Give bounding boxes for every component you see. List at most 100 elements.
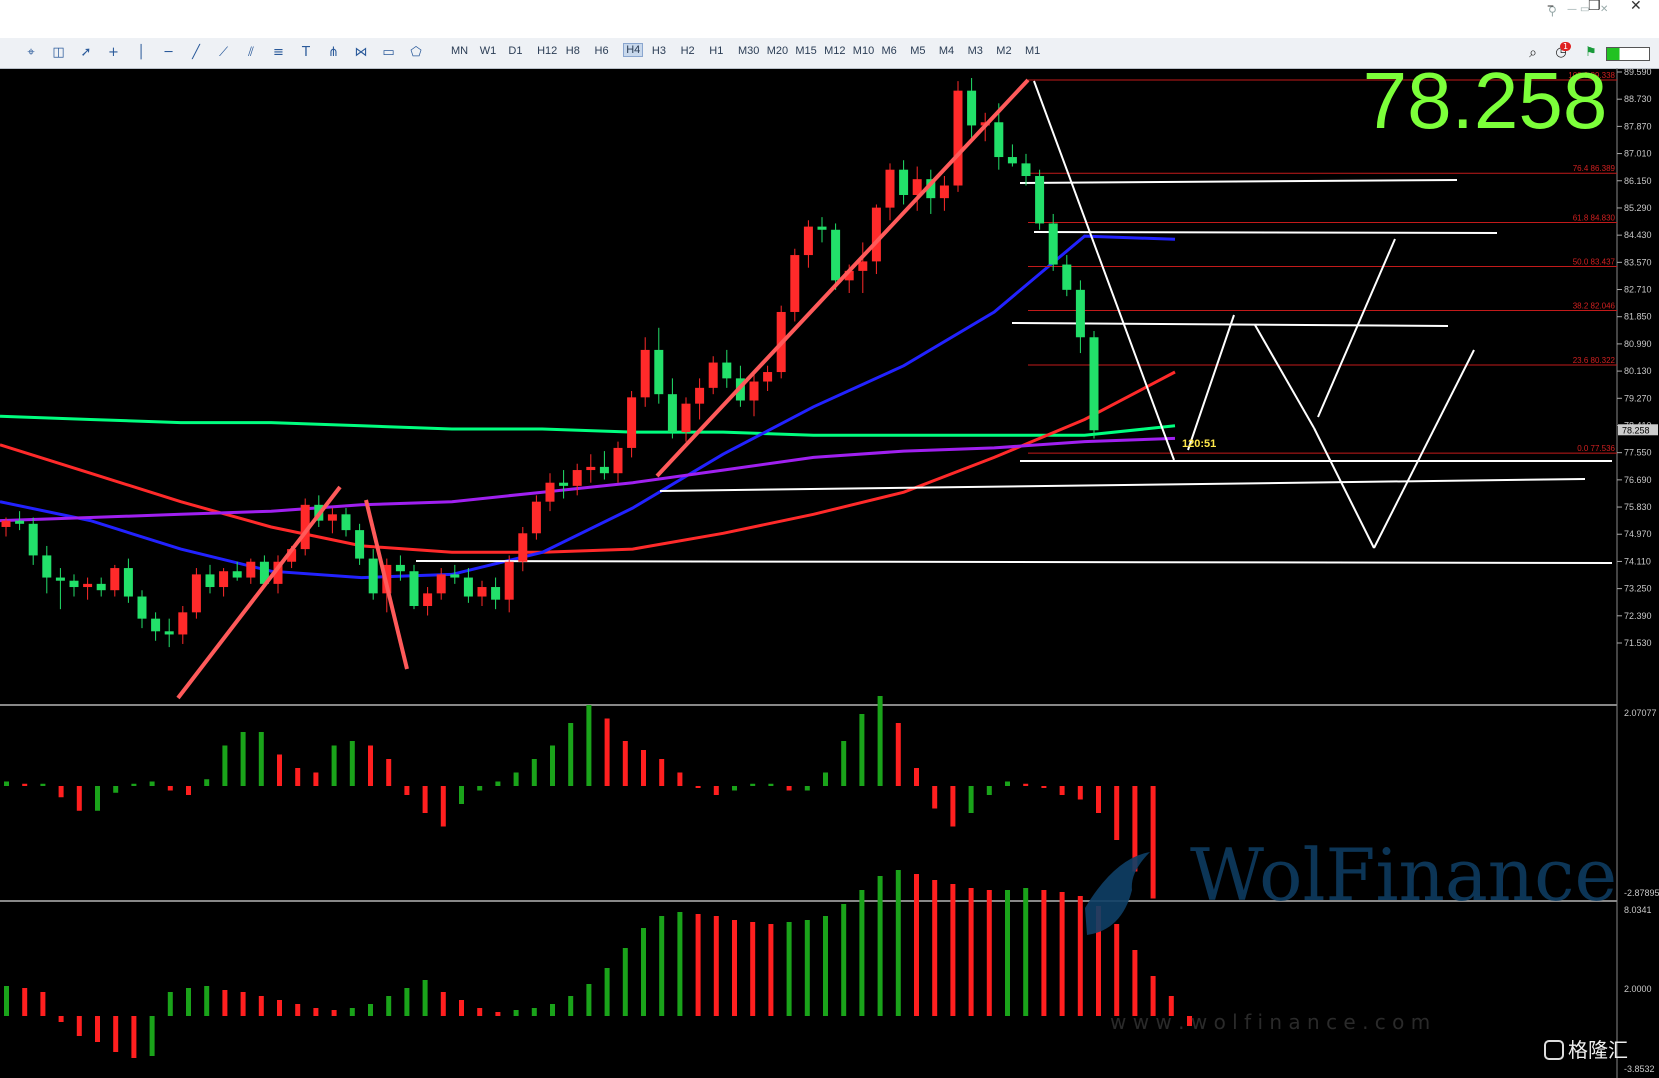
moving-average-line <box>0 370 1176 554</box>
screenshot-icon[interactable]: ◫ <box>50 44 68 62</box>
histogram-bar <box>58 1016 64 1022</box>
histogram-bar <box>22 988 28 1016</box>
moving-average-line <box>0 414 1176 437</box>
histogram-bar <box>258 732 264 786</box>
timeframe-h4[interactable]: H4 <box>623 43 644 57</box>
histogram-bar <box>313 772 319 786</box>
minimize-icon[interactable]: – <box>1547 0 1554 14</box>
timeframe-m30[interactable]: M30 <box>738 45 759 57</box>
candle-body <box>137 596 147 619</box>
fibonacci-icon[interactable]: ≡ <box>270 44 288 62</box>
cursor-icon[interactable]: ➚ <box>77 44 95 62</box>
candle-body <box>1048 223 1058 265</box>
crosshair-icon[interactable]: ⌖ <box>22 44 40 62</box>
histogram-bar <box>222 990 228 1016</box>
small-minimize-icon[interactable]: — <box>1567 4 1577 15</box>
rectangle-icon[interactable]: ▭ <box>380 44 398 62</box>
histogram-bar <box>186 988 191 1016</box>
histogram-bar <box>113 786 119 793</box>
histogram2-tick: 8.0341 <box>1624 905 1652 915</box>
timeframe-w1[interactable]: W1 <box>480 45 497 57</box>
timeframe-h12[interactable]: H12 <box>537 45 557 57</box>
histogram-bar <box>768 783 774 786</box>
candle-body <box>55 577 65 581</box>
histogram-bar <box>641 750 646 786</box>
histogram-bar <box>968 786 974 813</box>
histogram2-tick: -3.8532 <box>1624 1064 1655 1074</box>
cross-icon[interactable]: + <box>105 44 123 62</box>
histogram1-tick: 2.07077 <box>1624 708 1657 718</box>
histogram-bar <box>986 890 992 1016</box>
axis-tick-label: 79.270 <box>1624 393 1652 403</box>
timeframe-h6[interactable]: H6 <box>595 45 609 57</box>
histogram-bar <box>1096 786 1101 813</box>
timeframe-m4[interactable]: M4 <box>939 45 954 57</box>
candle-body <box>1075 289 1085 338</box>
axis-tick-label: 85.290 <box>1624 203 1652 213</box>
candle-body <box>763 372 773 382</box>
timeframe-m2[interactable]: M2 <box>996 45 1011 57</box>
shapes-icon[interactable]: ⬠ <box>407 44 425 62</box>
histogram-bar <box>440 786 446 827</box>
window-titlebar: ⚲ — ▭ ✕ – ❐ ✕ <box>0 0 1659 38</box>
search-icon[interactable]: ⌕ <box>1524 44 1542 62</box>
text-icon[interactable]: T <box>297 44 315 62</box>
timeframe-mn[interactable]: MN <box>451 45 468 57</box>
trend-arrow <box>655 78 1030 478</box>
candle-body <box>178 612 188 635</box>
price-chart[interactable]: 100.0 89.33876.4 86.38961.8 84.83050.0 8… <box>0 68 1659 1078</box>
candle-body <box>545 482 555 502</box>
channel-icon[interactable]: ⫽ <box>242 44 260 62</box>
candle-body <box>531 501 541 534</box>
histogram-bar <box>222 745 228 786</box>
restore-icon[interactable]: ❐ <box>1588 0 1601 14</box>
timeframe-m5[interactable]: M5 <box>910 45 925 57</box>
candle-body <box>1 520 11 527</box>
vertical-line-icon[interactable]: │ <box>132 44 150 62</box>
timeframe-m1[interactable]: M1 <box>1025 45 1040 57</box>
forecast-horizontal-line <box>415 560 1613 564</box>
timeframe-h3[interactable]: H3 <box>652 45 666 57</box>
timeframe-d1[interactable]: D1 <box>508 45 522 57</box>
timeframe-m3[interactable]: M3 <box>968 45 983 57</box>
histogram-bar <box>331 745 337 786</box>
histogram-bar <box>149 781 155 786</box>
histogram-bar <box>568 996 574 1016</box>
fibonacci-label: 0.0 77.536 <box>1577 444 1615 453</box>
histogram-bar <box>258 996 264 1016</box>
candle-body <box>640 349 650 398</box>
candle-body <box>1021 163 1031 177</box>
timeframe-h2[interactable]: H2 <box>681 45 695 57</box>
candle-body <box>423 593 433 607</box>
timeframe-h8[interactable]: H8 <box>566 45 580 57</box>
horizontal-line-icon[interactable]: ─ <box>160 44 178 62</box>
timeframe-m12[interactable]: M12 <box>824 45 845 57</box>
timeframe-m6[interactable]: M6 <box>882 45 897 57</box>
wolf-logo-icon <box>1085 852 1150 935</box>
histogram-bar <box>477 1008 483 1016</box>
small-close-icon[interactable]: ✕ <box>1600 4 1608 15</box>
pitchfork-icon[interactable]: ⋔ <box>325 44 343 62</box>
histogram-bar <box>986 786 992 795</box>
candle-body <box>871 207 881 262</box>
gann-icon[interactable]: ⋈ <box>352 44 370 62</box>
notification-badge: 1 <box>1560 42 1572 51</box>
chart-toolbar: ⌖ ◫ ➚ + │ ─ ╱ ⟋ ⫽ ≡ T ⋔ ⋈ ▭ ⬠ MN W1 D1 H12 H8 H6 H4 H3 H2 H1 M30… <box>0 38 1659 69</box>
candle-body <box>1007 157 1017 164</box>
histogram-bar <box>459 1000 464 1016</box>
close-icon[interactable]: ✕ <box>1630 0 1642 14</box>
histogram-bar <box>695 786 701 788</box>
candle-body <box>477 587 487 597</box>
timeframe-m20[interactable]: M20 <box>767 45 788 57</box>
histogram-bar <box>877 696 883 786</box>
histogram-bar <box>932 786 938 809</box>
timeframe-h1[interactable]: H1 <box>709 45 723 57</box>
axis-tick-label: 82.710 <box>1624 285 1652 295</box>
trend-line-icon[interactable]: ╱ <box>187 44 205 62</box>
timeframe-m10[interactable]: M10 <box>853 45 874 57</box>
histogram-bar <box>950 786 956 827</box>
ray-icon[interactable]: ⟋ <box>215 44 233 62</box>
histogram-bar <box>677 912 683 1016</box>
candle-body <box>164 631 174 635</box>
timeframe-m15[interactable]: M15 <box>795 45 816 57</box>
